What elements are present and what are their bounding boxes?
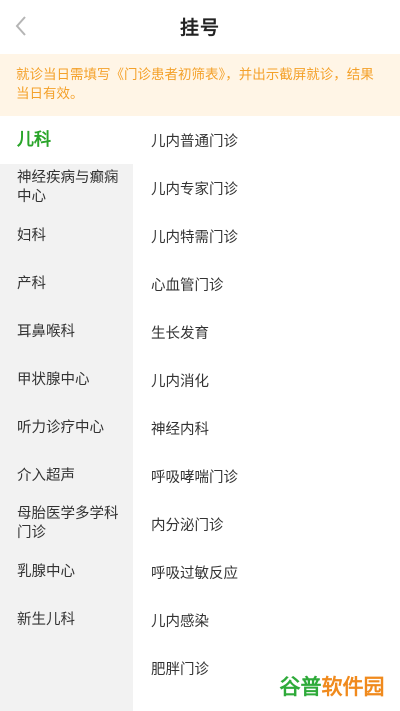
page-title: 挂号 [179,17,220,39]
dept-item-maternal-fetal[interactable]: 母胎医学多学科门诊 [0,500,133,548]
watermark-part2: 软件园 [321,675,385,699]
clinic-item[interactable]: 儿内专家门诊 [133,164,400,212]
clinic-item[interactable]: 内分泌门诊 [133,500,400,548]
watermark-part1: 谷普 [279,675,322,699]
registration-page: 挂号 就诊当日需填写《门诊患者初筛表》，并出示截屏就诊，结果当日有效。 儿科 神… [0,0,400,711]
dept-item-thyroid[interactable]: 甲状腺中心 [0,356,133,404]
header: 挂号 [0,0,400,54]
clinic-item[interactable]: 儿内感染 [133,596,400,644]
department-sidebar: 儿科 神经疾病与癫痫中心 妇科 产科 耳鼻喉科 甲状腺中心 听力诊疗中心 介入超… [0,116,133,711]
dept-item-pediatrics[interactable]: 儿科 [0,116,133,164]
clinic-item[interactable]: 呼吸哮喘门诊 [133,452,400,500]
dept-item-obstetrics[interactable]: 产科 [0,260,133,308]
notice-text: 就诊当日需填写《门诊患者初筛表》，并出示截屏就诊，结果当日有效。 [16,67,374,102]
dept-item-breast[interactable]: 乳腺中心 [0,548,133,596]
notice-banner: 就诊当日需填写《门诊患者初筛表》，并出示截屏就诊，结果当日有效。 [0,54,400,116]
watermark-logo: 谷普 软件园 [272,668,392,704]
dept-item-interventional-ultrasound[interactable]: 介入超声 [0,452,133,500]
clinic-item[interactable]: 儿内普通门诊 [133,116,400,164]
clinic-item[interactable]: 呼吸过敏反应 [133,548,400,596]
dept-item-neurology-epilepsy[interactable]: 神经疾病与癫痫中心 [0,164,133,212]
clinic-item[interactable]: 儿内消化 [133,356,400,404]
clinic-item[interactable]: 生长发育 [133,308,400,356]
clinic-list: 儿内普通门诊 儿内专家门诊 儿内特需门诊 心血管门诊 生长发育 儿内消化 神经内… [133,116,400,711]
clinic-item[interactable]: 儿内特需门诊 [133,212,400,260]
dept-item-hearing[interactable]: 听力诊疗中心 [0,404,133,452]
dept-item-neonatal[interactable]: 新生儿科 [0,596,133,644]
dept-item-ent[interactable]: 耳鼻喉科 [0,308,133,356]
clinic-item[interactable]: 心血管门诊 [133,260,400,308]
dept-item-gynecology[interactable]: 妇科 [0,212,133,260]
clinic-item[interactable]: 神经内科 [133,404,400,452]
